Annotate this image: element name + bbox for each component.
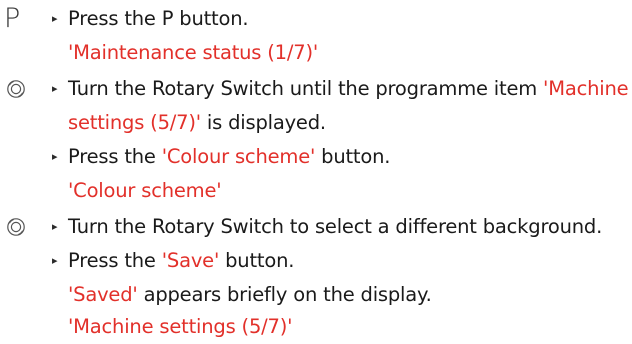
step-text: Turn the Rotary Switch until the program… — [68, 77, 629, 100]
p-button-symbol: P — [3, 3, 21, 34]
display-colour-scheme: 'Colour scheme' — [0, 174, 632, 208]
instruction-list: P ▸ Press the P button. 'Maintenance sta… — [0, 0, 632, 344]
step-press-colour-scheme: ▸ Press the 'Colour scheme' button. — [0, 140, 632, 174]
bullet-arrow-icon: ▸ — [52, 82, 58, 95]
display-maintenance-status: 'Maintenance status (1/7)' — [0, 36, 632, 70]
display-text: 'Maintenance status (1/7)' — [68, 41, 319, 64]
step-text: Turn the Rotary Switch to select a diffe… — [68, 215, 603, 238]
step-press-p: P ▸ Press the P button. — [0, 2, 632, 36]
step-turn-rotary-2: ▸ Turn the Rotary Switch to select a dif… — [0, 210, 632, 244]
step-text: settings (5/7)' is displayed. — [68, 111, 326, 134]
display-saved-note: 'Saved' appears briefly on the display. — [0, 278, 632, 312]
step-text: Press the 'Save' button. — [68, 249, 295, 272]
step-turn-rotary-1-continuation: settings (5/7)' is displayed. — [0, 106, 632, 140]
step-turn-rotary-1: ▸ Turn the Rotary Switch until the progr… — [0, 72, 632, 106]
display-text: 'Machine settings (5/7)' — [68, 315, 293, 338]
step-text: 'Saved' appears briefly on the display. — [68, 283, 432, 306]
display-machine-settings: 'Machine settings (5/7)' — [0, 310, 632, 344]
rotary-switch-icon — [6, 72, 26, 106]
bullet-arrow-icon: ▸ — [52, 220, 58, 233]
bullet-arrow-icon: ▸ — [52, 150, 58, 163]
bullet-arrow-icon: ▸ — [52, 12, 58, 25]
bullet-arrow-icon: ▸ — [52, 254, 58, 267]
rotary-switch-icon — [6, 210, 26, 244]
display-text: 'Colour scheme' — [68, 179, 222, 202]
step-text: Press the P button. — [68, 7, 249, 30]
step-text: Press the 'Colour scheme' button. — [68, 145, 391, 168]
step-press-save: ▸ Press the 'Save' button. — [0, 244, 632, 278]
